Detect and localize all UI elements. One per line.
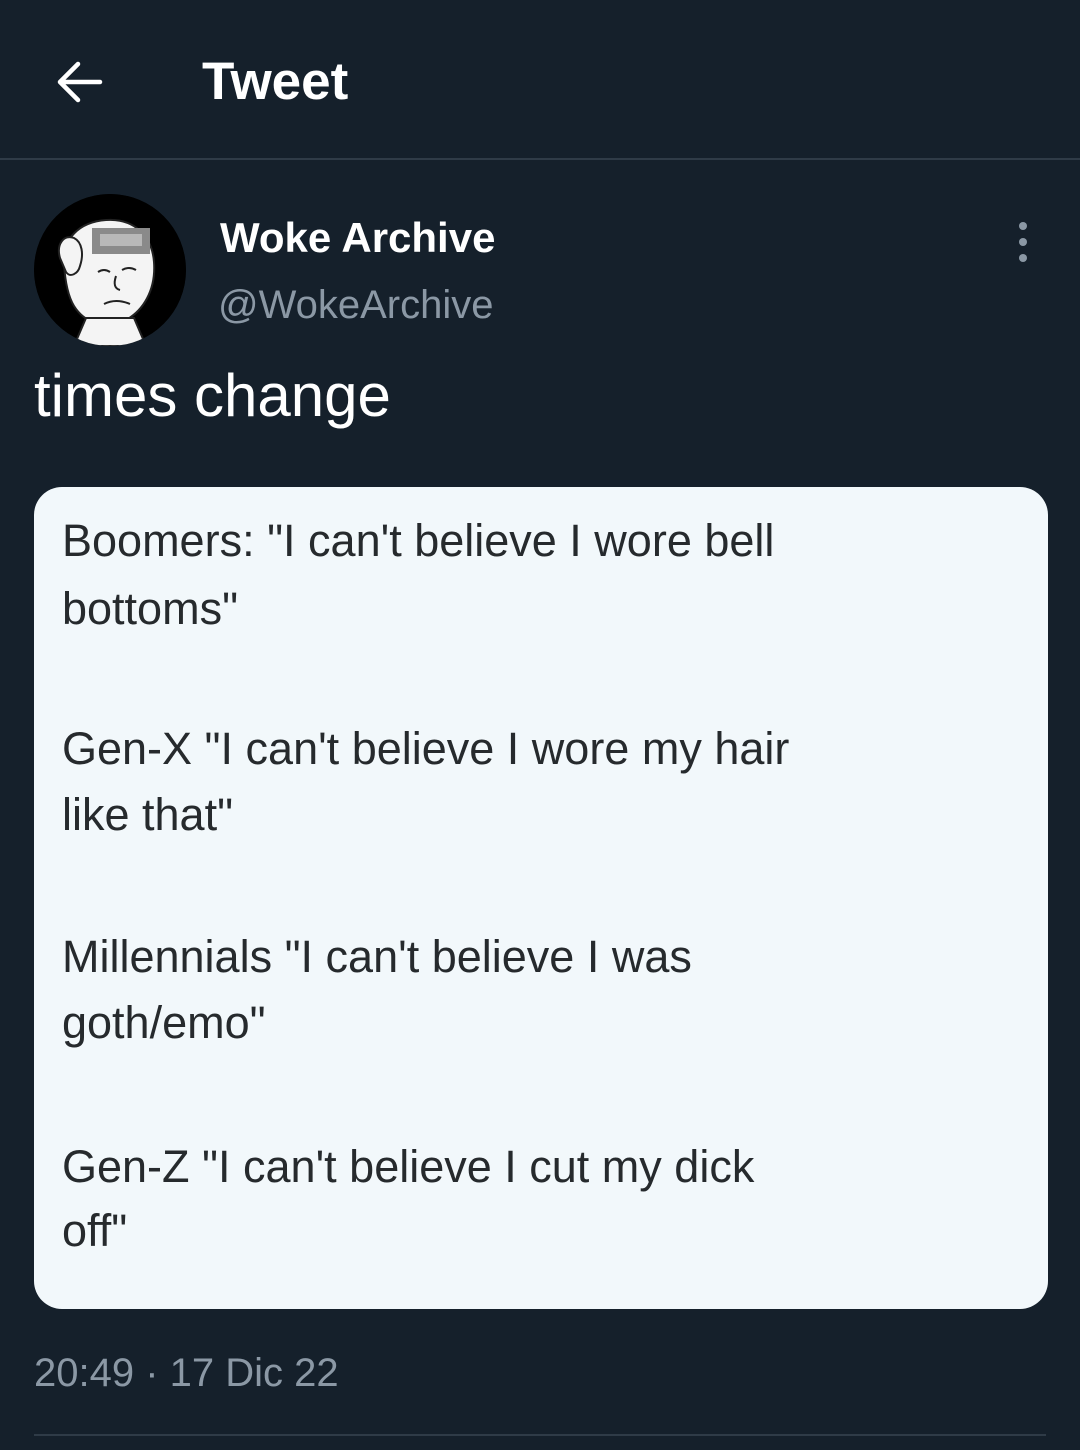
image-text-line: bottoms" [62, 583, 239, 634]
page-title: Tweet [202, 52, 349, 111]
tweet-date: 17 Dic 22 [169, 1351, 339, 1395]
image-text-line: Gen-X "I can't believe I wore my hair [62, 723, 790, 774]
more-options-button[interactable] [1000, 214, 1046, 270]
top-bar: Tweet [0, 0, 1080, 160]
timestamp-separator: · [134, 1351, 170, 1395]
more-vertical-icon [1019, 222, 1027, 262]
tweet-text: times change [34, 362, 391, 429]
wojak-avatar-icon [34, 194, 186, 346]
author-handle[interactable]: @WokeArchive [218, 280, 494, 330]
divider [34, 1434, 1046, 1436]
tweet-timestamp[interactable]: 20:49 · 17 Dic 22 [34, 1346, 339, 1400]
image-text-line: Millennials "I can't believe I was [62, 931, 692, 982]
image-text-line: Gen-Z "I can't believe I cut my dick [62, 1141, 755, 1192]
tweet-screen: Tweet Woke Archive @WokeArchive times ch… [0, 0, 1080, 1450]
image-text-line: like that" [62, 789, 234, 840]
image-text-line: goth/emo" [62, 997, 266, 1048]
tweet-time: 20:49 [34, 1351, 135, 1395]
author-name[interactable]: Woke Archive [220, 213, 495, 263]
image-text-line: Boomers: "I can't believe I wore bell [62, 515, 775, 566]
back-button[interactable] [44, 50, 116, 114]
avatar[interactable] [34, 194, 186, 346]
image-text-line: off" [62, 1205, 128, 1256]
tweet-image[interactable]: Boomers: "I can't believe I wore bell bo… [34, 487, 1048, 1309]
arrow-left-icon [57, 61, 103, 103]
